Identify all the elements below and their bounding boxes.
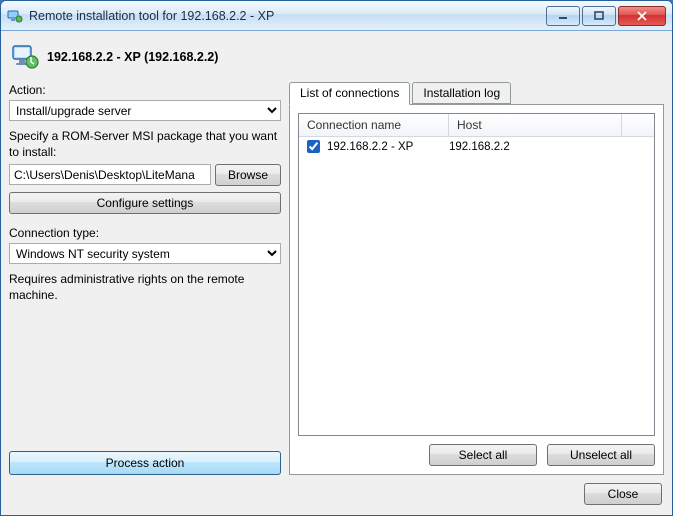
left-pane: Action: Install/upgrade server Specify a… [9, 81, 281, 475]
process-action-button[interactable]: Process action [9, 451, 281, 475]
msi-path-input[interactable] [9, 164, 211, 185]
page-title: 192.168.2.2 - XP (192.168.2.2) [47, 50, 218, 64]
browse-button[interactable]: Browse [215, 164, 281, 186]
app-icon [7, 8, 23, 24]
connection-type-hint: Requires administrative rights on the re… [9, 272, 281, 303]
action-select[interactable]: Install/upgrade server [9, 100, 281, 121]
column-connection-name[interactable]: Connection name [299, 114, 449, 136]
titlebar[interactable]: Remote installation tool for 192.168.2.2… [1, 1, 672, 31]
unselect-all-button[interactable]: Unselect all [547, 444, 655, 466]
computer-icon [11, 43, 39, 71]
row-checkbox[interactable] [307, 140, 320, 153]
tab-installation-log[interactable]: Installation log [412, 82, 511, 104]
tabstrip: List of connections Installation log [289, 81, 664, 104]
listview-body: 192.168.2.2 - XP 192.168.2.2 [299, 137, 654, 435]
minimize-button[interactable] [546, 6, 580, 26]
row-name-cell: 192.168.2.2 - XP [303, 137, 449, 156]
configure-settings-button[interactable]: Configure settings [9, 192, 281, 214]
main-area: Action: Install/upgrade server Specify a… [9, 81, 664, 475]
list-buttons: Select all Unselect all [298, 444, 655, 466]
window-title: Remote installation tool for 192.168.2.2… [29, 9, 544, 23]
maximize-button[interactable] [582, 6, 616, 26]
connection-type-select[interactable]: Windows NT security system [9, 243, 281, 264]
window: Remote installation tool for 192.168.2.2… [0, 0, 673, 516]
tab-connections[interactable]: List of connections [289, 82, 410, 105]
msi-hint: Specify a ROM-Server MSI package that yo… [9, 129, 281, 160]
page-header: 192.168.2.2 - XP (192.168.2.2) [9, 39, 664, 81]
tab-panel-connections: Connection name Host 192.168.2.2 - XP192… [289, 104, 664, 475]
close-window-button[interactable] [618, 6, 666, 26]
column-spacer [622, 114, 654, 136]
close-button[interactable]: Close [584, 483, 662, 505]
window-controls [544, 6, 666, 26]
connection-type-label: Connection type: [9, 226, 281, 240]
right-pane: List of connections Installation log Con… [289, 81, 664, 475]
row-name: 192.168.2.2 - XP [327, 141, 413, 153]
action-label: Action: [9, 83, 281, 97]
client-area: 192.168.2.2 - XP (192.168.2.2) Action: I… [1, 31, 672, 515]
connections-listview[interactable]: Connection name Host 192.168.2.2 - XP192… [298, 113, 655, 436]
select-all-button[interactable]: Select all [429, 444, 537, 466]
listview-header: Connection name Host [299, 114, 654, 137]
table-row[interactable]: 192.168.2.2 - XP 192.168.2.2 [299, 137, 654, 156]
column-host[interactable]: Host [449, 114, 622, 136]
footer: Close [9, 475, 664, 507]
row-host: 192.168.2.2 [449, 141, 650, 153]
